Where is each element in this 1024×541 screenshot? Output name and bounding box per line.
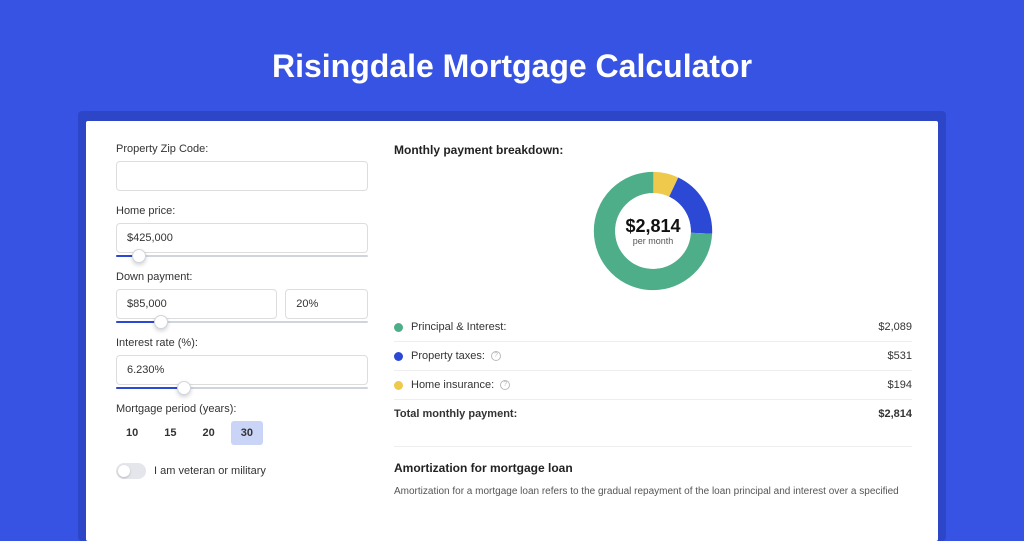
home-price-input[interactable]	[116, 223, 368, 253]
legend-dot	[394, 381, 403, 390]
donut-wrap: $2,814 per month	[394, 167, 912, 295]
legend: Principal & Interest:$2,089Property taxe…	[394, 313, 912, 399]
period-btn-10[interactable]: 10	[116, 421, 148, 445]
info-icon[interactable]: ?	[500, 380, 510, 390]
veteran-toggle-knob	[118, 465, 130, 477]
legend-value: $194	[888, 379, 912, 391]
interest-rate-label: Interest rate (%):	[116, 337, 368, 349]
donut-sub: per month	[625, 236, 680, 246]
donut-chart: $2,814 per month	[589, 167, 717, 295]
veteran-row: I am veteran or military	[116, 463, 368, 479]
total-label: Total monthly payment:	[394, 408, 878, 420]
legend-label: Property taxes:?	[411, 350, 888, 362]
total-value: $2,814	[878, 408, 912, 420]
amortization-section: Amortization for mortgage loan Amortizat…	[394, 446, 912, 499]
info-icon[interactable]: ?	[491, 351, 501, 361]
period-label: Mortgage period (years):	[116, 403, 368, 415]
field-home-price: Home price:	[116, 205, 368, 257]
form-column: Property Zip Code: Home price: Down paym…	[116, 143, 368, 541]
amortization-title: Amortization for mortgage loan	[394, 461, 912, 475]
field-zip: Property Zip Code:	[116, 143, 368, 191]
legend-dot	[394, 352, 403, 361]
interest-rate-slider-fill	[116, 387, 184, 389]
legend-label: Principal & Interest:	[411, 321, 878, 333]
zip-label: Property Zip Code:	[116, 143, 368, 155]
down-payment-label: Down payment:	[116, 271, 368, 283]
home-price-slider-thumb[interactable]	[132, 249, 146, 263]
interest-rate-slider[interactable]	[116, 387, 368, 389]
breakdown-column: Monthly payment breakdown: $2,814 per mo…	[394, 143, 912, 541]
legend-row-2: Home insurance:?$194	[394, 370, 912, 399]
down-payment-slider[interactable]	[116, 321, 368, 323]
legend-row-1: Property taxes:?$531	[394, 341, 912, 370]
period-row: 1015 2030	[116, 421, 368, 445]
breakdown-title: Monthly payment breakdown:	[394, 143, 912, 157]
period-btn-15[interactable]: 15	[154, 421, 186, 445]
legend-row-0: Principal & Interest:$2,089	[394, 313, 912, 341]
calculator-card: Property Zip Code: Home price: Down paym…	[86, 121, 938, 541]
legend-dot	[394, 323, 403, 332]
legend-label: Home insurance:?	[411, 379, 888, 391]
field-interest-rate: Interest rate (%):	[116, 337, 368, 389]
donut-amount: $2,814	[625, 216, 680, 237]
field-down-payment: Down payment:	[116, 271, 368, 323]
donut-center: $2,814 per month	[625, 216, 680, 246]
interest-rate-slider-thumb[interactable]	[177, 381, 191, 395]
down-payment-input[interactable]	[116, 289, 277, 319]
page-title: Risingdale Mortgage Calculator	[0, 0, 1024, 111]
legend-value: $2,089	[878, 321, 912, 333]
period-btn-20[interactable]: 20	[193, 421, 225, 445]
zip-input[interactable]	[116, 161, 368, 191]
total-row: Total monthly payment: $2,814	[394, 399, 912, 428]
card-frame: Property Zip Code: Home price: Down paym…	[78, 111, 946, 541]
down-payment-slider-thumb[interactable]	[154, 315, 168, 329]
home-price-label: Home price:	[116, 205, 368, 217]
field-period: Mortgage period (years): 1015 2030	[116, 403, 368, 445]
veteran-toggle[interactable]	[116, 463, 146, 479]
amortization-text: Amortization for a mortgage loan refers …	[394, 485, 912, 499]
down-payment-pct-input[interactable]	[285, 289, 368, 319]
home-price-slider[interactable]	[116, 255, 368, 257]
veteran-label: I am veteran or military	[154, 465, 266, 477]
period-btn-30[interactable]: 30	[231, 421, 263, 445]
legend-value: $531	[888, 350, 912, 362]
interest-rate-input[interactable]	[116, 355, 368, 385]
